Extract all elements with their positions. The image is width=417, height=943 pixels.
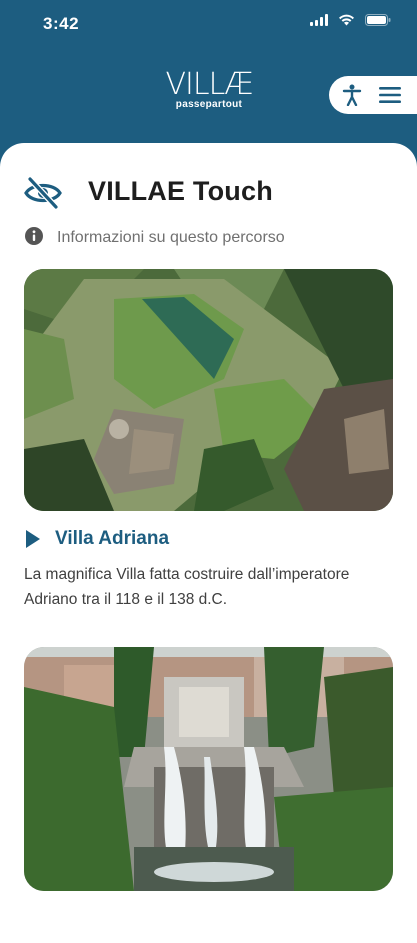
accessibility-button[interactable] xyxy=(337,80,367,110)
title-icon-wrap xyxy=(24,176,62,210)
battery-icon xyxy=(365,14,391,26)
fountain-image xyxy=(24,647,393,891)
logo-main-text: VILLÆ xyxy=(165,67,253,102)
eye-slash-icon xyxy=(24,176,62,210)
status-bar: 3:42 xyxy=(0,0,417,46)
status-time: 3:42 xyxy=(43,14,80,33)
aerial-garden-image xyxy=(24,269,393,511)
header-actions xyxy=(329,76,417,114)
info-icon xyxy=(25,227,43,245)
menu-button[interactable] xyxy=(375,80,405,110)
info-button[interactable] xyxy=(25,227,43,245)
play-icon[interactable] xyxy=(25,529,41,549)
menu-icon xyxy=(379,87,401,103)
info-link-text[interactable]: Informazioni su questo percorso xyxy=(57,229,285,247)
villa-este-image[interactable] xyxy=(24,647,393,891)
wifi-icon xyxy=(339,14,354,26)
villa-adriana-title[interactable]: Villa Adriana xyxy=(55,528,169,550)
signal-icon xyxy=(310,14,328,26)
villa-adriana-image[interactable] xyxy=(24,269,393,511)
accessibility-icon xyxy=(342,84,362,106)
app-logo: VILLÆ passepartout xyxy=(159,67,259,111)
status-icons xyxy=(310,14,391,26)
villa-adriana-description: La magnifica Villa fatta costruire dall’… xyxy=(24,566,350,608)
page-title: VILLAE Touch xyxy=(88,176,273,206)
